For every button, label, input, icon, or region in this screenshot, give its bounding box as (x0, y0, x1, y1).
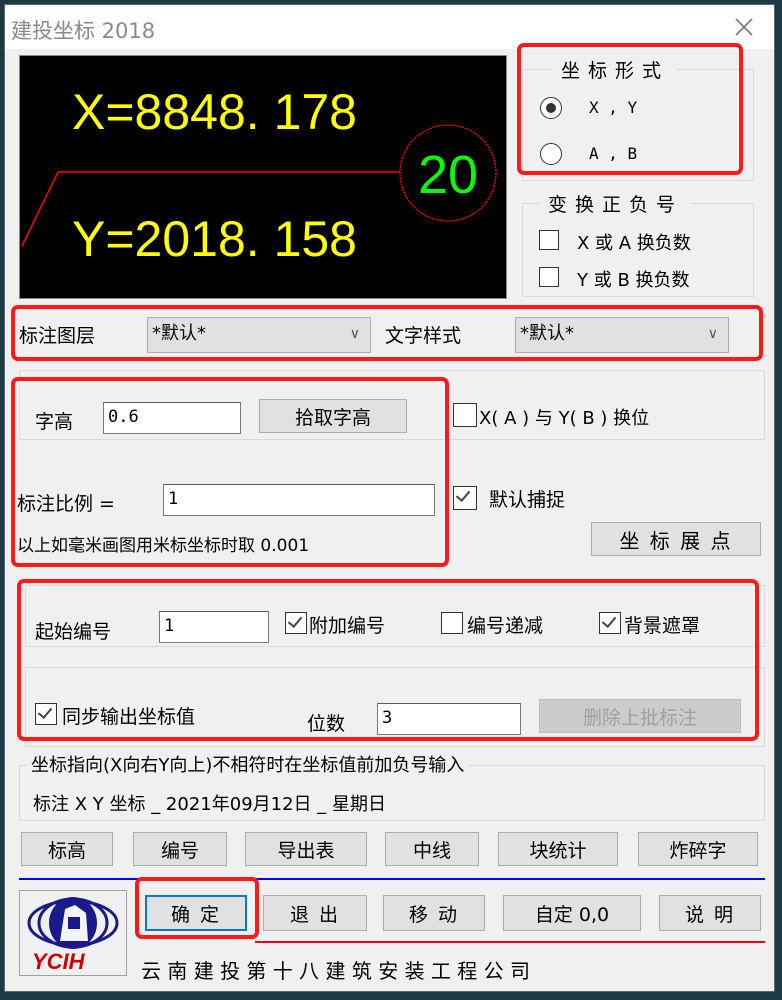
radio-xy[interactable] (540, 97, 562, 119)
dialog-window: 建投坐标 2018 X=8848. 178 Y=2018. 158 20 坐标形… (4, 4, 775, 992)
scale-input[interactable]: 1 (163, 484, 435, 516)
logo-text: YCIH (32, 949, 85, 974)
text-height-input[interactable]: 0.6 (103, 402, 241, 434)
red-rule (255, 941, 765, 943)
numbering-button[interactable]: 编号 (133, 832, 227, 866)
sync-output-label: 同步输出坐标值 (62, 706, 196, 728)
coord-form-legend: 坐标形式 (553, 56, 678, 83)
scale-hint: 以上如毫米画图用米标坐标时取 0.001 (17, 536, 310, 556)
export-table-button[interactable]: 导出表 (245, 832, 367, 866)
checkbox-swap-xy[interactable] (453, 403, 477, 427)
centerline-button[interactable]: 中线 (385, 832, 479, 866)
text-style-select[interactable]: *默认* ∨ (515, 317, 729, 353)
blue-rule (19, 878, 765, 880)
radio-ab[interactable] (540, 143, 562, 165)
plot-points-button[interactable]: 坐 标 展 点 (591, 522, 761, 556)
text-style-select-value: *默认* (520, 323, 574, 344)
status-text: 标注 X Y 坐标 _ 2021年09月12日 _ 星期日 (33, 794, 386, 815)
digits-input[interactable]: 3 (377, 703, 521, 735)
checkbox-decrement-number[interactable] (441, 612, 463, 634)
explode-text-button[interactable]: 炸碎字 (638, 832, 758, 866)
radio-ab-label: A , B (589, 144, 638, 163)
checkbox-negate-x[interactable] (539, 230, 559, 250)
move-button[interactable]: 移 动 (383, 895, 485, 931)
help-button[interactable]: 说 明 (659, 895, 761, 931)
custom-origin-button[interactable]: 自定 0,0 (503, 895, 641, 931)
text-height-label: 字高 (35, 411, 74, 433)
coord-form-group (522, 69, 754, 181)
sign-swap-legend: 变换正负号 (540, 190, 692, 217)
negate-x-label: X 或 A 换负数 (577, 233, 691, 254)
delete-last-batch-button[interactable]: 删除上批标注 (539, 699, 741, 733)
checkbox-append-number[interactable] (285, 612, 307, 634)
block-stats-button[interactable]: 块统计 (498, 832, 618, 866)
window-title: 建投坐标 2018 (11, 19, 156, 43)
close-icon[interactable] (730, 13, 758, 41)
company-name: 云 南 建 投 第 十 八 建 筑 安 装 工 程 公 司 (141, 959, 531, 983)
preview-canvas: X=8848. 178 Y=2018. 158 20 (19, 55, 507, 299)
negate-y-label: Y 或 B 换负数 (577, 270, 690, 291)
preview-drawing: X=8848. 178 Y=2018. 158 20 (21, 84, 497, 267)
ok-button[interactable]: 确 定 (145, 895, 247, 931)
default-snap-label: 默认捕捉 (489, 489, 566, 511)
radio-xy-label: X , Y (589, 98, 638, 117)
background-mask-label: 背景遮罩 (624, 615, 701, 637)
chevron-down-icon: ∨ (707, 326, 718, 342)
append-number-label: 附加编号 (309, 615, 386, 637)
scale-label: 标注比例 = (17, 493, 115, 515)
info-legend: 坐标指向(X向右Y向上)不相符时在坐标值前加负号输入 (27, 751, 469, 777)
checkbox-sync-output[interactable] (35, 703, 57, 725)
digits-label: 位数 (307, 713, 346, 735)
layer-select[interactable]: *默认* ∨ (147, 317, 371, 353)
x-coordinate-text: X=8848. 178 (72, 84, 357, 140)
title-bar[interactable]: 建投坐标 2018 (5, 5, 774, 49)
swap-xy-label: X( A ) 与 Y( B ) 换位 (479, 408, 650, 429)
elevation-button[interactable]: 标高 (21, 832, 113, 866)
layer-label: 标注图层 (19, 325, 96, 347)
chevron-down-icon: ∨ (349, 326, 360, 342)
checkbox-background-mask[interactable] (599, 612, 621, 634)
y-coordinate-text: Y=2018. 158 (72, 211, 357, 267)
pick-text-height-button[interactable]: 拾取字高 (259, 399, 407, 433)
company-logo: YCIH (19, 890, 127, 976)
decrement-number-label: 编号递减 (467, 615, 544, 637)
layer-select-value: *默认* (152, 323, 206, 344)
checkbox-default-snap[interactable] (453, 486, 477, 510)
exit-button[interactable]: 退 出 (263, 895, 367, 931)
checkbox-negate-y[interactable] (539, 267, 559, 287)
start-number-input[interactable]: 1 (159, 611, 269, 643)
start-number-label: 起始编号 (35, 621, 112, 643)
point-number-text: 20 (418, 145, 478, 205)
text-style-label: 文字样式 (385, 325, 462, 347)
